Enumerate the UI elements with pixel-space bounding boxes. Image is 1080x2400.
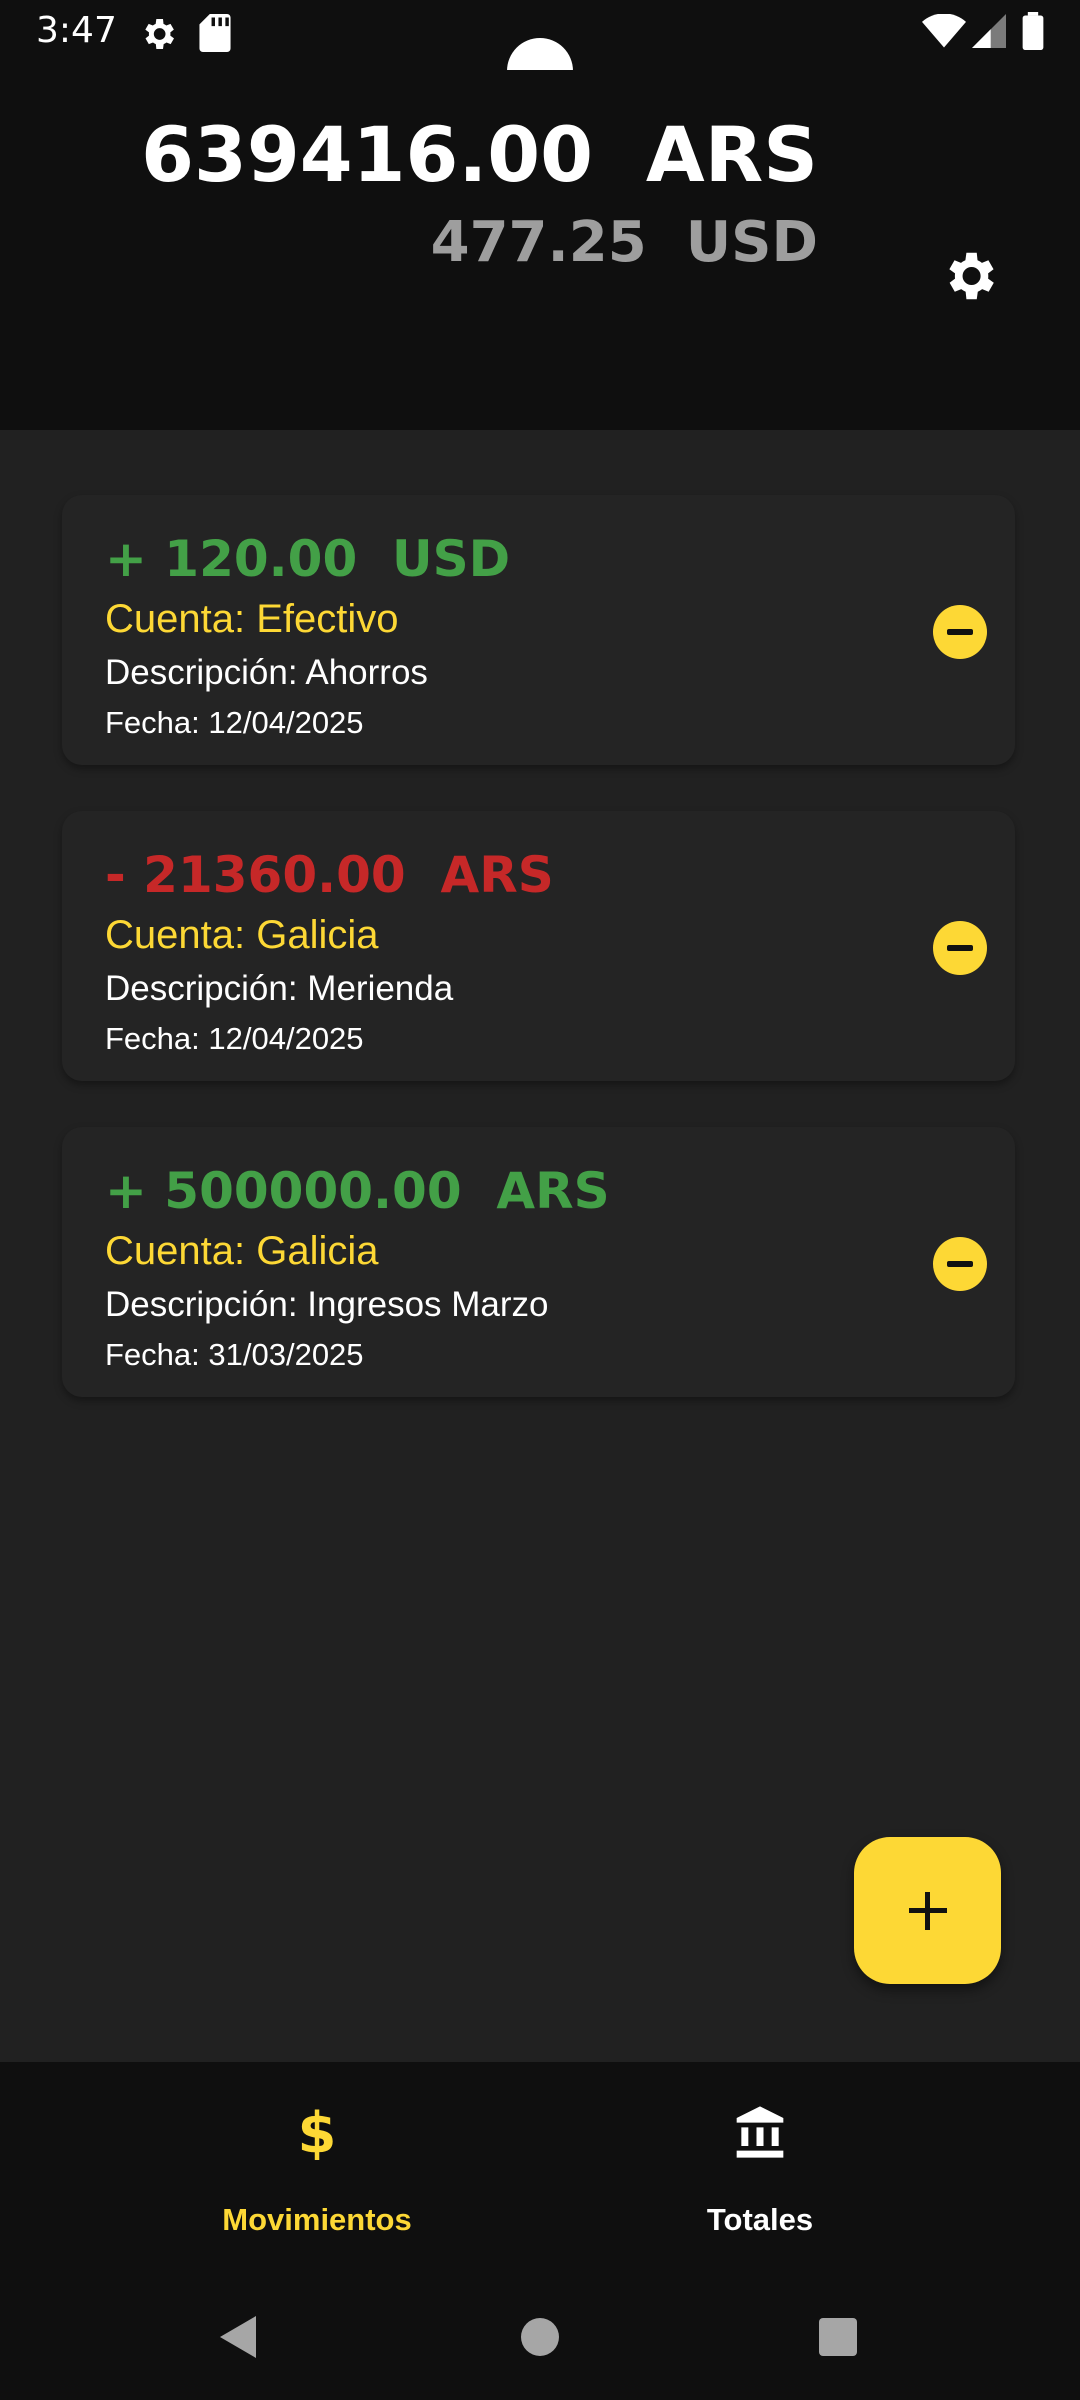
svg-text:$: $: [298, 2104, 337, 2160]
movement-card[interactable]: + 120.00 USD Cuenta: Efectivo Descripció…: [62, 495, 1015, 765]
movements-list: + 120.00 USD Cuenta: Efectivo Descripció…: [62, 495, 1015, 1443]
movement-description: Descripción: Ingresos Marzo: [105, 1285, 549, 1324]
remove-movement-button[interactable]: [933, 1237, 987, 1291]
signal-icon: [972, 14, 1006, 48]
movement-account: Cuenta: Galicia: [105, 913, 379, 957]
settings-status-icon: [145, 19, 174, 49]
total-primary: 639416.00 ARS: [141, 110, 818, 199]
bank-icon: [736, 2106, 784, 2158]
dollar-icon: $: [298, 2104, 337, 2160]
nav-item-totales[interactable]: Totales: [490, 2062, 1030, 2282]
bottom-navigation: $ Movimientos Totales: [0, 2062, 1080, 2282]
movement-description: Descripción: Merienda: [105, 969, 454, 1008]
remove-movement-button[interactable]: [933, 605, 987, 659]
movement-description: Descripción: Ahorros: [105, 653, 428, 692]
movement-amount: + 120.00 USD: [105, 530, 511, 588]
home-icon[interactable]: [521, 2318, 559, 2356]
remove-movement-button[interactable]: [933, 921, 987, 975]
movement-amount: - 21360.00 ARS: [105, 846, 554, 904]
movement-account: Cuenta: Galicia: [105, 1229, 379, 1273]
nav-label-totales: Totales: [706, 2202, 814, 2237]
sd-card-icon: [199, 14, 231, 52]
status-time: 3:47: [36, 10, 117, 51]
back-icon[interactable]: [220, 2316, 256, 2358]
battery-icon: [1022, 12, 1044, 50]
movement-account: Cuenta: Efectivo: [105, 597, 399, 641]
movement-date: Fecha: 12/04/2025: [105, 1021, 364, 1056]
movement-card[interactable]: + 500000.00 ARS Cuenta: Galicia Descripc…: [62, 1127, 1015, 1397]
movement-card[interactable]: - 21360.00 ARS Cuenta: Galicia Descripci…: [62, 811, 1015, 1081]
movement-date: Fecha: 31/03/2025: [105, 1337, 364, 1372]
app-screen: 3:47 639416.00 ARS 477.25 USD + 120.00 U…: [0, 0, 1080, 2400]
gear-icon: [949, 252, 994, 300]
total-secondary: 477.25 USD: [430, 210, 818, 275]
add-movement-button[interactable]: [854, 1837, 1001, 1984]
system-navigation-bar: [0, 2282, 1080, 2400]
movement-amount: + 500000.00 ARS: [105, 1162, 610, 1220]
recents-icon[interactable]: [819, 2318, 857, 2356]
wifi-icon: [922, 14, 966, 48]
settings-button[interactable]: [938, 245, 1000, 307]
movement-date: Fecha: 12/04/2025: [105, 705, 364, 740]
